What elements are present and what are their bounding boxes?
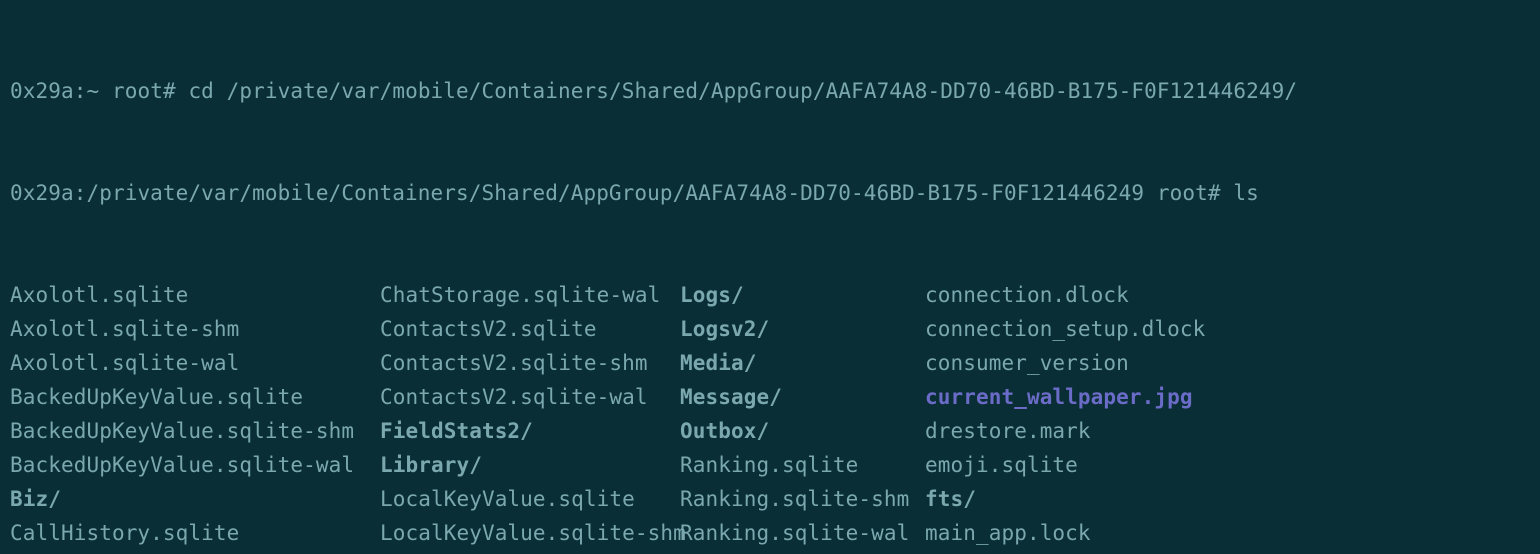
file-entry: BackedUpKeyValue.sqlite (10, 385, 303, 409)
ls-cell: BackedUpKeyValue.sqlite-wal (10, 448, 380, 482)
directory-entry: Library/ (380, 453, 482, 477)
ls-cell: Media/ (680, 346, 925, 380)
file-entry: ChatStorage.sqlite-wal (380, 283, 660, 307)
ls-cell: LocalKeyValue.sqlite-shm (380, 516, 680, 550)
prompt-line-1: 0x29a:~ root# cd /private/var/mobile/Con… (10, 74, 1530, 108)
ls-output: Axolotl.sqlite ChatStorage.sqlite-wal Logs… (10, 278, 1530, 554)
ls-cell: consumer_version (925, 346, 1530, 380)
ls-row: CallHistory.sqlite LocalKeyValue.sqlite-s… (10, 516, 1530, 550)
ls-cell: drestore.mark (925, 414, 1530, 448)
ls-cell: Logs/ (680, 278, 925, 312)
terminal-window[interactable]: 0x29a:~ root# cd /private/var/mobile/Con… (0, 0, 1540, 554)
ls-cell: ContactsV2.sqlite-shm (380, 346, 680, 380)
prompt-user: root# (1157, 181, 1221, 205)
ls-cell: Axolotl.sqlite (10, 278, 380, 312)
file-entry: connection_setup.dlock (925, 317, 1205, 341)
file-entry: CallHistory.sqlite (10, 521, 239, 545)
file-entry: LocalKeyValue.sqlite (380, 487, 635, 511)
file-entry: Ranking.sqlite (680, 453, 858, 477)
ls-cell: FieldStats2/ (380, 414, 680, 448)
file-entry: connection.dlock (925, 283, 1129, 307)
prompt-host: 0x29a (10, 79, 74, 103)
ls-cell: Ranking.sqlite (680, 448, 925, 482)
ls-row: BackedUpKeyValue.sqlite-shm FieldStats2/O… (10, 414, 1530, 448)
prompt-host: 0x29a (10, 181, 74, 205)
ls-cell: Logsv2/ (680, 312, 925, 346)
ls-cell: connection_setup.dlock (925, 312, 1530, 346)
ls-cell: current_wallpaper.jpg (925, 380, 1530, 414)
directory-entry: Logs/ (680, 283, 744, 307)
ls-row: Axolotl.sqlite ChatStorage.sqlite-wal Logs… (10, 278, 1530, 312)
directory-entry: FieldStats2/ (380, 419, 533, 443)
ls-row: BackedUpKeyValue.sqlite ContactsV2.sqlite… (10, 380, 1530, 414)
file-entry: emoji.sqlite (925, 453, 1078, 477)
ls-cell: Library/ (380, 448, 680, 482)
file-entry: Axolotl.sqlite-shm (10, 317, 239, 341)
ls-row: Axolotl.sqlite-shm ContactsV2.sqlite Logsv… (10, 312, 1530, 346)
ls-cell: Axolotl.sqlite-wal (10, 346, 380, 380)
file-entry: BackedUpKeyValue.sqlite-wal (10, 453, 354, 477)
ls-cell: CallHistory.sqlite (10, 516, 380, 550)
file-entry: BackedUpKeyValue.sqlite-shm (10, 419, 354, 443)
command-cd: cd /private/var/mobile/Containers/Shared… (188, 79, 1297, 103)
file-entry: ContactsV2.sqlite-wal (380, 385, 648, 409)
ls-cell: share_ext.lock (925, 550, 1530, 554)
ls-row: BackedUpKeyValue.sqlite-wal Library/Ranki… (10, 448, 1530, 482)
ls-cell: Sticker.sqlite (680, 550, 925, 554)
file-entry: consumer_version (925, 351, 1129, 375)
file-entry: drestore.mark (925, 419, 1091, 443)
ls-cell: connection.dlock (925, 278, 1530, 312)
file-entry: main_app.lock (925, 521, 1091, 545)
ls-cell: Message/ (680, 380, 925, 414)
command-ls: ls (1233, 181, 1259, 205)
ls-cell: emoji.sqlite (925, 448, 1530, 482)
ls-cell: Ranking.sqlite-wal (680, 516, 925, 550)
file-entry: Ranking.sqlite-wal (680, 521, 909, 545)
ls-row: CallHistory.sqlite-shmLocalKeyValue.sqli… (10, 550, 1530, 554)
prompt-cwd: ~ (86, 79, 99, 103)
prompt-line-2: 0x29a:/private/var/mobile/Containers/Sha… (10, 176, 1530, 210)
directory-entry: Logsv2/ (680, 317, 769, 341)
ls-cell: Axolotl.sqlite-shm (10, 312, 380, 346)
ls-cell: LocalKeyValue.sqlite (380, 482, 680, 516)
ls-cell: BackedUpKeyValue.sqlite-shm (10, 414, 380, 448)
directory-entry: Message/ (680, 385, 782, 409)
directory-entry: Outbox/ (680, 419, 769, 443)
file-entry: LocalKeyValue.sqlite-shm (380, 521, 686, 545)
ls-row: Axolotl.sqlite-wal ContactsV2.sqlite-shm M… (10, 346, 1530, 380)
file-entry: ContactsV2.sqlite (380, 317, 597, 341)
file-entry: ContactsV2.sqlite-shm (380, 351, 648, 375)
ls-cell: CallHistory.sqlite-shm (10, 550, 380, 554)
ls-cell: fts/ (925, 482, 1530, 516)
directory-entry: Media/ (680, 351, 756, 375)
file-entry: Axolotl.sqlite (10, 283, 188, 307)
directory-entry: Biz/ (10, 487, 61, 511)
ls-cell: ChatStorage.sqlite-wal (380, 278, 680, 312)
ls-row: Biz/LocalKeyValue.sqlite Ranking.sqlite-s… (10, 482, 1530, 516)
ls-cell: main_app.lock (925, 516, 1530, 550)
ls-cell: BackedUpKeyValue.sqlite (10, 380, 380, 414)
prompt-cwd: /private/var/mobile/Containers/Shared/Ap… (86, 181, 1144, 205)
ls-cell: LocalKeyValue.sqlite-wal (380, 550, 680, 554)
ls-cell: ContactsV2.sqlite-wal (380, 380, 680, 414)
ls-cell: Ranking.sqlite-shm (680, 482, 925, 516)
file-entry: Ranking.sqlite-shm (680, 487, 909, 511)
ls-cell: Biz/ (10, 482, 380, 516)
ls-cell: Outbox/ (680, 414, 925, 448)
ls-cell: ContactsV2.sqlite (380, 312, 680, 346)
image-file-entry: current_wallpaper.jpg (925, 385, 1193, 409)
prompt-user: root# (112, 79, 176, 103)
directory-entry: fts/ (925, 487, 976, 511)
file-entry: Axolotl.sqlite-wal (10, 351, 239, 375)
